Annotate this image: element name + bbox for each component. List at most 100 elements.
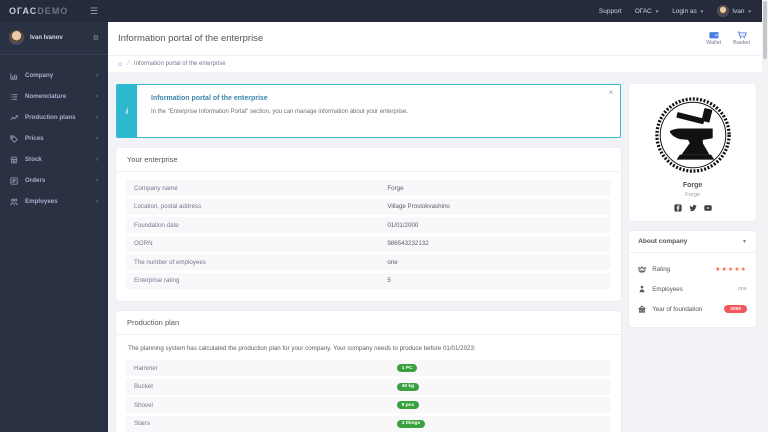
production-plan-card: Production plan The planning system has … (116, 311, 622, 432)
close-icon[interactable]: × (609, 89, 614, 97)
topbar: ОГАСDEMO ☰ Support ОГАС ▼ Login as ▼ Ivan ▼ (0, 0, 768, 22)
page-header: Information portal of the enterprise Wal… (108, 22, 762, 55)
sidebar-item-production-plans[interactable]: Production plans › (0, 107, 108, 128)
row-label: Company name (134, 184, 178, 192)
chevron-right-icon: › (96, 93, 98, 100)
sidebar-item-label: Stock (25, 156, 42, 163)
home-icon[interactable]: ⌂ (118, 61, 122, 68)
chevron-down-icon: ▼ (654, 8, 660, 14)
company-subtitle: Forge (685, 192, 701, 198)
tag-icon (10, 134, 18, 143)
right-column: Forge Forge About company ▼ Rating ★★★★★… (629, 84, 756, 432)
person-icon (639, 285, 645, 293)
chevron-right-icon: › (96, 156, 98, 163)
about-company-title: About company (638, 238, 688, 245)
sidebar-menu: Company › Nomenclature › Production plan… (0, 55, 108, 212)
sidebar-item-company[interactable]: Company › (0, 65, 108, 86)
row-label: Enterprise rating (134, 277, 180, 284)
production-plan-title: Production plan (116, 311, 622, 335)
chevron-right-icon: › (96, 177, 98, 184)
table-row: Foundation date 01/01/2000 (126, 217, 612, 233)
topbar-left: ОГАСDEMO ☰ (0, 6, 108, 16)
chevron-down-icon: ▼ (699, 8, 705, 14)
sidebar-user-block: Ivan Ivanov ⚙ (0, 22, 108, 55)
crown-icon (638, 265, 646, 273)
content: i Information portal of the enterprise I… (108, 72, 762, 432)
basket-icon (737, 31, 747, 39)
sidebar-item-label: Company (25, 72, 54, 79)
social-links (635, 204, 750, 212)
production-plan-intro: The planning system has calculated the p… (128, 345, 476, 352)
list-item: Shovel 8 pcs (126, 397, 612, 413)
employees-value: one (737, 286, 747, 292)
row-value: 01/01/2000 (387, 221, 419, 229)
breadcrumb-current: Information portal of the enterprise (133, 61, 226, 67)
sidebar-item-label: Production plans (25, 114, 76, 121)
sidebar-item-employees[interactable]: Employees › (0, 191, 108, 212)
quantity-badge: 4 things (396, 419, 426, 428)
logo-secondary: DEMO (37, 6, 69, 16)
list-item: Bucket 49 kg (126, 378, 612, 395)
breadcrumb-separator: / (127, 61, 129, 67)
support-label: Support (598, 7, 622, 15)
scrollbar-thumb[interactable] (763, 1, 767, 59)
orders-list-icon (10, 176, 18, 185)
twitter-icon[interactable] (689, 204, 697, 212)
chevron-down-icon: ▼ (742, 238, 747, 245)
people-icon (10, 198, 18, 205)
page-title: Information portal of the enterprise (118, 33, 264, 44)
line-chart-icon (10, 114, 18, 120)
topbar-right: Support ОГАС ▼ Login as ▼ Ivan ▼ (599, 5, 768, 17)
chevron-right-icon: › (96, 114, 98, 121)
store-icon (10, 156, 18, 163)
sidebar-item-nomenclature[interactable]: Nomenclature › (0, 86, 108, 107)
basket-label: Basket (733, 40, 750, 46)
chevron-right-icon: › (96, 135, 98, 142)
youtube-icon[interactable] (703, 204, 712, 212)
basket-button[interactable]: Basket (733, 31, 750, 46)
building-icon (638, 305, 647, 313)
production-plan-body: The planning system has calculated the p… (116, 335, 621, 432)
row-label: Location, postal address (134, 203, 202, 210)
rating-stars: ★★★★★ (715, 266, 747, 273)
wallet-button[interactable]: Wallet (706, 31, 721, 46)
row-label: Foundation date (134, 221, 179, 229)
sidebar: Ivan Ivanov ⚙ Company › Nomenclature › P… (0, 22, 108, 432)
org-dropdown[interactable]: ОГАС ▼ (635, 8, 660, 15)
row-value: 986543232132 (387, 240, 429, 247)
product-name: Shovel (134, 401, 153, 409)
your-enterprise-body: Company name Forge Location, postal addre… (116, 172, 621, 301)
sidebar-item-label: Orders (25, 177, 46, 184)
user-menu[interactable]: Ivan ▼ (717, 5, 752, 17)
scrollbar[interactable] (762, 0, 768, 432)
sidebar-item-label: Nomenclature (25, 93, 67, 100)
company-profile-card: Forge Forge (629, 84, 756, 221)
header-actions: Wallet Basket (706, 31, 750, 46)
quantity-badge: 49 kg (396, 382, 420, 391)
sidebar-item-orders[interactable]: Orders › (0, 170, 108, 191)
support-link[interactable]: Support (599, 8, 622, 15)
product-name: Hammer (134, 364, 158, 372)
about-company-body: Rating ★★★★★ Employees one Year of found… (629, 253, 756, 327)
foundation-year-badge: 2000 (724, 305, 747, 313)
row-label: The number of employees (134, 258, 206, 266)
bar-chart-icon (10, 72, 18, 80)
sidebar-item-stock[interactable]: Stock › (0, 149, 108, 170)
main-area: Information portal of the enterprise Wal… (108, 22, 762, 432)
app-logo[interactable]: ОГАСDEMO (9, 6, 68, 16)
hamburger-menu-icon[interactable]: ☰ (90, 6, 98, 16)
foundation-label: Year of foundation (652, 305, 703, 313)
gear-icon[interactable]: ⚙ (93, 34, 99, 42)
chevron-right-icon: › (96, 72, 98, 79)
list-item: Stairs 4 things (126, 415, 612, 432)
sidebar-item-prices[interactable]: Prices › (0, 128, 108, 149)
logo-primary: ОГАС (9, 6, 38, 16)
about-foundation-row: Year of foundation 2000 (638, 299, 747, 319)
about-employees-row: Employees one (638, 279, 747, 299)
company-name: Forge (682, 182, 703, 189)
facebook-icon[interactable] (673, 204, 682, 212)
user-avatar (717, 5, 730, 17)
product-name: Stairs (134, 420, 150, 427)
about-company-toggle[interactable]: About company ▼ (629, 231, 756, 253)
login-as-dropdown[interactable]: Login as ▼ (672, 8, 704, 15)
